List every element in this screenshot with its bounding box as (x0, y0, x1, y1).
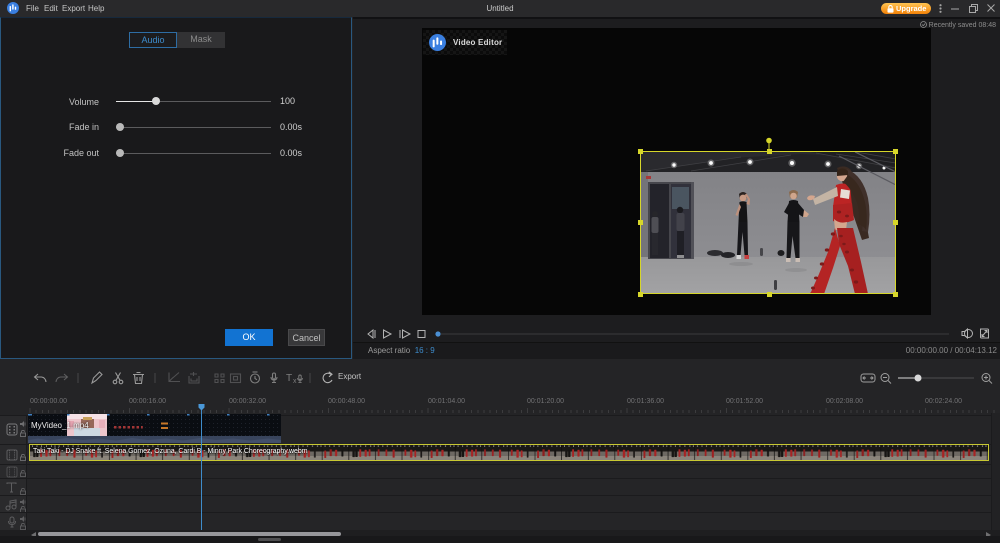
svg-text:T: T (286, 373, 292, 384)
svg-text:x: x (293, 378, 297, 385)
